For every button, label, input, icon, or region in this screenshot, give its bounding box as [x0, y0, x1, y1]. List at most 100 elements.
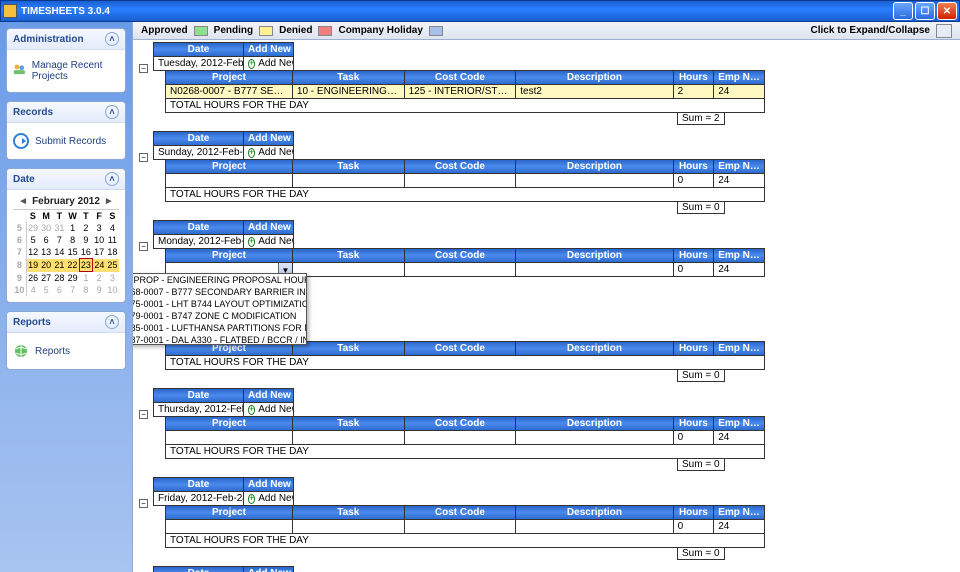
cell-project[interactable] — [166, 431, 293, 445]
day-collapse-toggle[interactable]: − — [139, 153, 148, 162]
dropdown-item[interactable]: N0268-0007 - B777 SECONDARY BARRIER INST… — [133, 286, 306, 298]
cell-task[interactable] — [292, 263, 404, 277]
cell-hours[interactable]: 0 — [673, 174, 714, 188]
calendar-day[interactable]: 9 — [79, 234, 92, 246]
cell-cost[interactable] — [404, 174, 516, 188]
calendar-day[interactable]: 6 — [40, 234, 53, 246]
calendar-day[interactable]: 26 — [26, 272, 39, 285]
calendar-day[interactable]: 19 — [26, 259, 39, 272]
cell-cost[interactable] — [404, 520, 516, 534]
calendar-day[interactable]: 28 — [53, 272, 66, 285]
link-submit-records[interactable]: Submit Records — [13, 129, 119, 153]
day-collapse-toggle[interactable]: − — [139, 410, 148, 419]
calendar-day[interactable]: 13 — [40, 246, 53, 259]
chevron-up-icon[interactable]: ˄ — [105, 172, 119, 186]
calendar-day[interactable]: 4 — [26, 284, 39, 296]
calendar-day[interactable]: 15 — [66, 246, 79, 259]
dropdown-item[interactable]: N0387-0001 - DAL A330 - FLATBED / BCCR /… — [133, 334, 306, 344]
window-minimize-button[interactable]: _ — [893, 2, 913, 20]
add-new-time-button[interactable]: +Add New Time — [248, 493, 289, 504]
calendar-day[interactable]: 8 — [66, 234, 79, 246]
cell-project[interactable]: N0268-0007 - B777 SECONDARY BARRI — [166, 85, 293, 99]
dropdown-item[interactable]: N0375-0001 - LHT B744 LAYOUT OPTIMIZATIO… — [133, 298, 306, 310]
project-dropdown-list[interactable]: ENGPROP - ENGINEERING PROPOSAL HOURSN026… — [133, 273, 307, 345]
day-collapse-toggle[interactable]: − — [139, 242, 148, 251]
cell-description[interactable] — [516, 431, 673, 445]
add-new-time-button[interactable]: +Add New Time — [248, 147, 289, 158]
cell-description[interactable] — [516, 520, 673, 534]
calendar-day[interactable]: 25 — [106, 259, 119, 272]
add-new-time-button[interactable]: +Add New Time — [248, 404, 289, 415]
cell-task[interactable] — [292, 431, 404, 445]
day-collapse-toggle[interactable]: − — [139, 64, 148, 73]
calendar-day[interactable]: 14 — [53, 246, 66, 259]
calendar-day[interactable]: 5 — [40, 284, 53, 296]
panel-header-reports[interactable]: Reports ˄ — [7, 312, 125, 333]
cell-cost[interactable]: 125 - INTERIOR/STRUCTURAL DE — [404, 85, 516, 99]
cell-task[interactable] — [292, 174, 404, 188]
window-close-button[interactable]: ✕ — [937, 2, 957, 20]
cell-cost[interactable] — [404, 431, 516, 445]
dropdown-item[interactable]: N0385-0001 - LUFTHANSA PARTITIONS FOR N0… — [133, 322, 306, 334]
calendar-day[interactable]: 16 — [79, 246, 92, 259]
calendar-day[interactable]: 1 — [66, 222, 79, 234]
dropdown-item[interactable]: N0379-0001 - B747 ZONE C MODIFICATION — [133, 310, 306, 322]
cell-description[interactable] — [516, 174, 673, 188]
cell-emp[interactable]: 24 — [714, 174, 765, 188]
calendar-day[interactable]: 2 — [93, 272, 106, 285]
cell-task[interactable] — [292, 520, 404, 534]
calendar-day[interactable]: 29 — [26, 222, 39, 234]
calendar[interactable]: SMTWTFS529303112346567891011712131415161… — [13, 209, 119, 296]
calendar-day[interactable]: 7 — [66, 284, 79, 296]
chevron-up-icon[interactable]: ˄ — [105, 105, 119, 119]
calendar-day[interactable]: 3 — [106, 272, 119, 285]
calendar-day[interactable]: 27 — [40, 272, 53, 285]
calendar-day[interactable]: 6 — [53, 284, 66, 296]
panel-header-records[interactable]: Records ˄ — [7, 102, 125, 123]
cell-task[interactable]: 10 - ENGINEERING HOURS — [292, 85, 404, 99]
calendar-day[interactable]: 22 — [66, 259, 79, 272]
calendar-day[interactable]: 4 — [106, 222, 119, 234]
calendar-day[interactable]: 5 — [26, 234, 39, 246]
calendar-day[interactable]: 10 — [106, 284, 119, 296]
add-new-time-button[interactable]: +Add New Time — [248, 58, 289, 69]
calendar-day[interactable]: 8 — [79, 284, 92, 296]
cell-project[interactable] — [166, 520, 293, 534]
cell-hours[interactable]: 0 — [673, 431, 714, 445]
calendar-prev-button[interactable]: ◄ — [18, 196, 28, 207]
calendar-day[interactable]: 7 — [53, 234, 66, 246]
calendar-day[interactable]: 11 — [106, 234, 119, 246]
link-reports[interactable]: Reports — [13, 339, 119, 363]
calendar-day[interactable]: 17 — [93, 246, 106, 259]
panel-header-date[interactable]: Date ˄ — [7, 169, 125, 190]
calendar-next-button[interactable]: ► — [104, 196, 114, 207]
calendar-day[interactable]: 12 — [26, 246, 39, 259]
calendar-day[interactable]: 3 — [93, 222, 106, 234]
calendar-day[interactable]: 30 — [40, 222, 53, 234]
cell-emp[interactable]: 24 — [714, 263, 765, 277]
cell-emp[interactable]: 24 — [714, 85, 765, 99]
chevron-up-icon[interactable]: ˄ — [105, 315, 119, 329]
day-collapse-toggle[interactable]: − — [139, 499, 148, 508]
cell-description[interactable]: test2 — [516, 85, 673, 99]
calendar-day[interactable]: 10 — [93, 234, 106, 246]
calendar-day[interactable]: 23 — [79, 259, 92, 272]
cell-description[interactable] — [516, 263, 673, 277]
expand-collapse-button[interactable] — [936, 24, 952, 38]
cell-hours[interactable]: 0 — [673, 263, 714, 277]
cell-emp[interactable]: 24 — [714, 431, 765, 445]
dropdown-item[interactable]: ENGPROP - ENGINEERING PROPOSAL HOURS — [133, 274, 306, 286]
calendar-day[interactable]: 1 — [79, 272, 92, 285]
timesheet-scroll-area[interactable]: −DateAdd New TimeTuesday, 2012-Feb-21+Ad… — [133, 40, 960, 572]
calendar-day[interactable]: 18 — [106, 246, 119, 259]
cell-hours[interactable]: 2 — [673, 85, 714, 99]
cell-project[interactable] — [166, 174, 293, 188]
link-manage-recent-projects[interactable]: Manage Recent Projects — [13, 56, 119, 86]
calendar-day[interactable]: 2 — [79, 222, 92, 234]
panel-header-administration[interactable]: Administration ˄ — [7, 29, 125, 50]
calendar-day[interactable]: 9 — [93, 284, 106, 296]
window-maximize-button[interactable]: ☐ — [915, 2, 935, 20]
chevron-up-icon[interactable]: ˄ — [105, 32, 119, 46]
calendar-day[interactable]: 20 — [40, 259, 53, 272]
calendar-day[interactable]: 24 — [93, 259, 106, 272]
